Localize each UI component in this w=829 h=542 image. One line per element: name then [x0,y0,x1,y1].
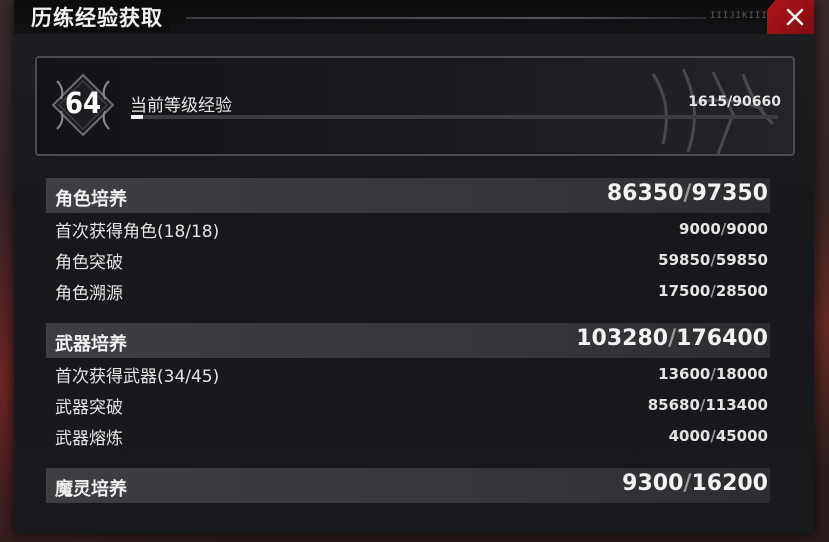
row-label: 角色溯源 [55,284,123,304]
row-value: 59850/59850 [658,251,768,269]
section-header: 角色培养 86350/97350 [46,178,770,213]
current-level-exp-value: 1615/90660 [688,94,781,110]
row-label: 角色突破 [55,253,123,273]
section-demon-spirit: 魔灵培养 9300/16200 [46,468,770,503]
row-value: 9000/9000 [679,220,768,238]
list-item: 角色溯源 17500/28500 [46,275,770,306]
section-value: 9300/16200 [622,471,768,496]
exp-panel: 历练经验获取 IIIJIKIII 64 当前等级经验 1615/90660 角色… [14,0,814,534]
exp-progress-fill [131,115,143,119]
list-item: 首次获得角色(18/18) 9000/9000 [46,213,770,244]
section-title: 魔灵培养 [55,479,127,500]
close-button[interactable] [767,0,814,34]
list-item: 角色突破 59850/59850 [46,244,770,275]
row-label: 首次获得角色(18/18) [55,222,220,242]
section-title: 武器培养 [55,334,127,355]
section-character: 角色培养 86350/97350 首次获得角色(18/18) 9000/9000… [46,178,770,306]
close-icon [786,8,803,26]
section-value: 86350/97350 [606,181,768,206]
section-title: 角色培养 [55,189,127,210]
title-decoration: IIIJIKIII [710,11,768,21]
row-value: 13600/18000 [658,365,768,383]
current-level-exp-label: 当前等级经验 [130,96,232,116]
section-header: 武器培养 103280/176400 [46,323,770,358]
level-box: 64 当前等级经验 1615/90660 [35,56,795,156]
title-bar: 历练经验获取 IIIJIKIII [14,0,814,34]
list-item: 武器突破 85680/113400 [46,389,770,420]
panel-title: 历练经验获取 [31,2,169,32]
row-label: 武器熔炼 [55,429,123,449]
row-value: 17500/28500 [658,282,768,300]
row-value: 85680/113400 [647,396,768,414]
row-label: 首次获得武器(34/45) [55,367,220,387]
section-value: 103280/176400 [576,326,768,351]
title-divider [186,17,706,19]
list-item: 首次获得武器(34/45) 13600/18000 [46,358,770,389]
section-header: 魔灵培养 9300/16200 [46,468,770,503]
section-weapon: 武器培养 103280/176400 首次获得武器(34/45) 13600/1… [46,323,770,451]
row-label: 武器突破 [55,398,123,418]
level-number: 64 [64,86,102,120]
row-value: 4000/45000 [668,427,768,445]
list-item: 武器熔炼 4000/45000 [46,420,770,451]
exp-progress-bar [131,115,778,119]
